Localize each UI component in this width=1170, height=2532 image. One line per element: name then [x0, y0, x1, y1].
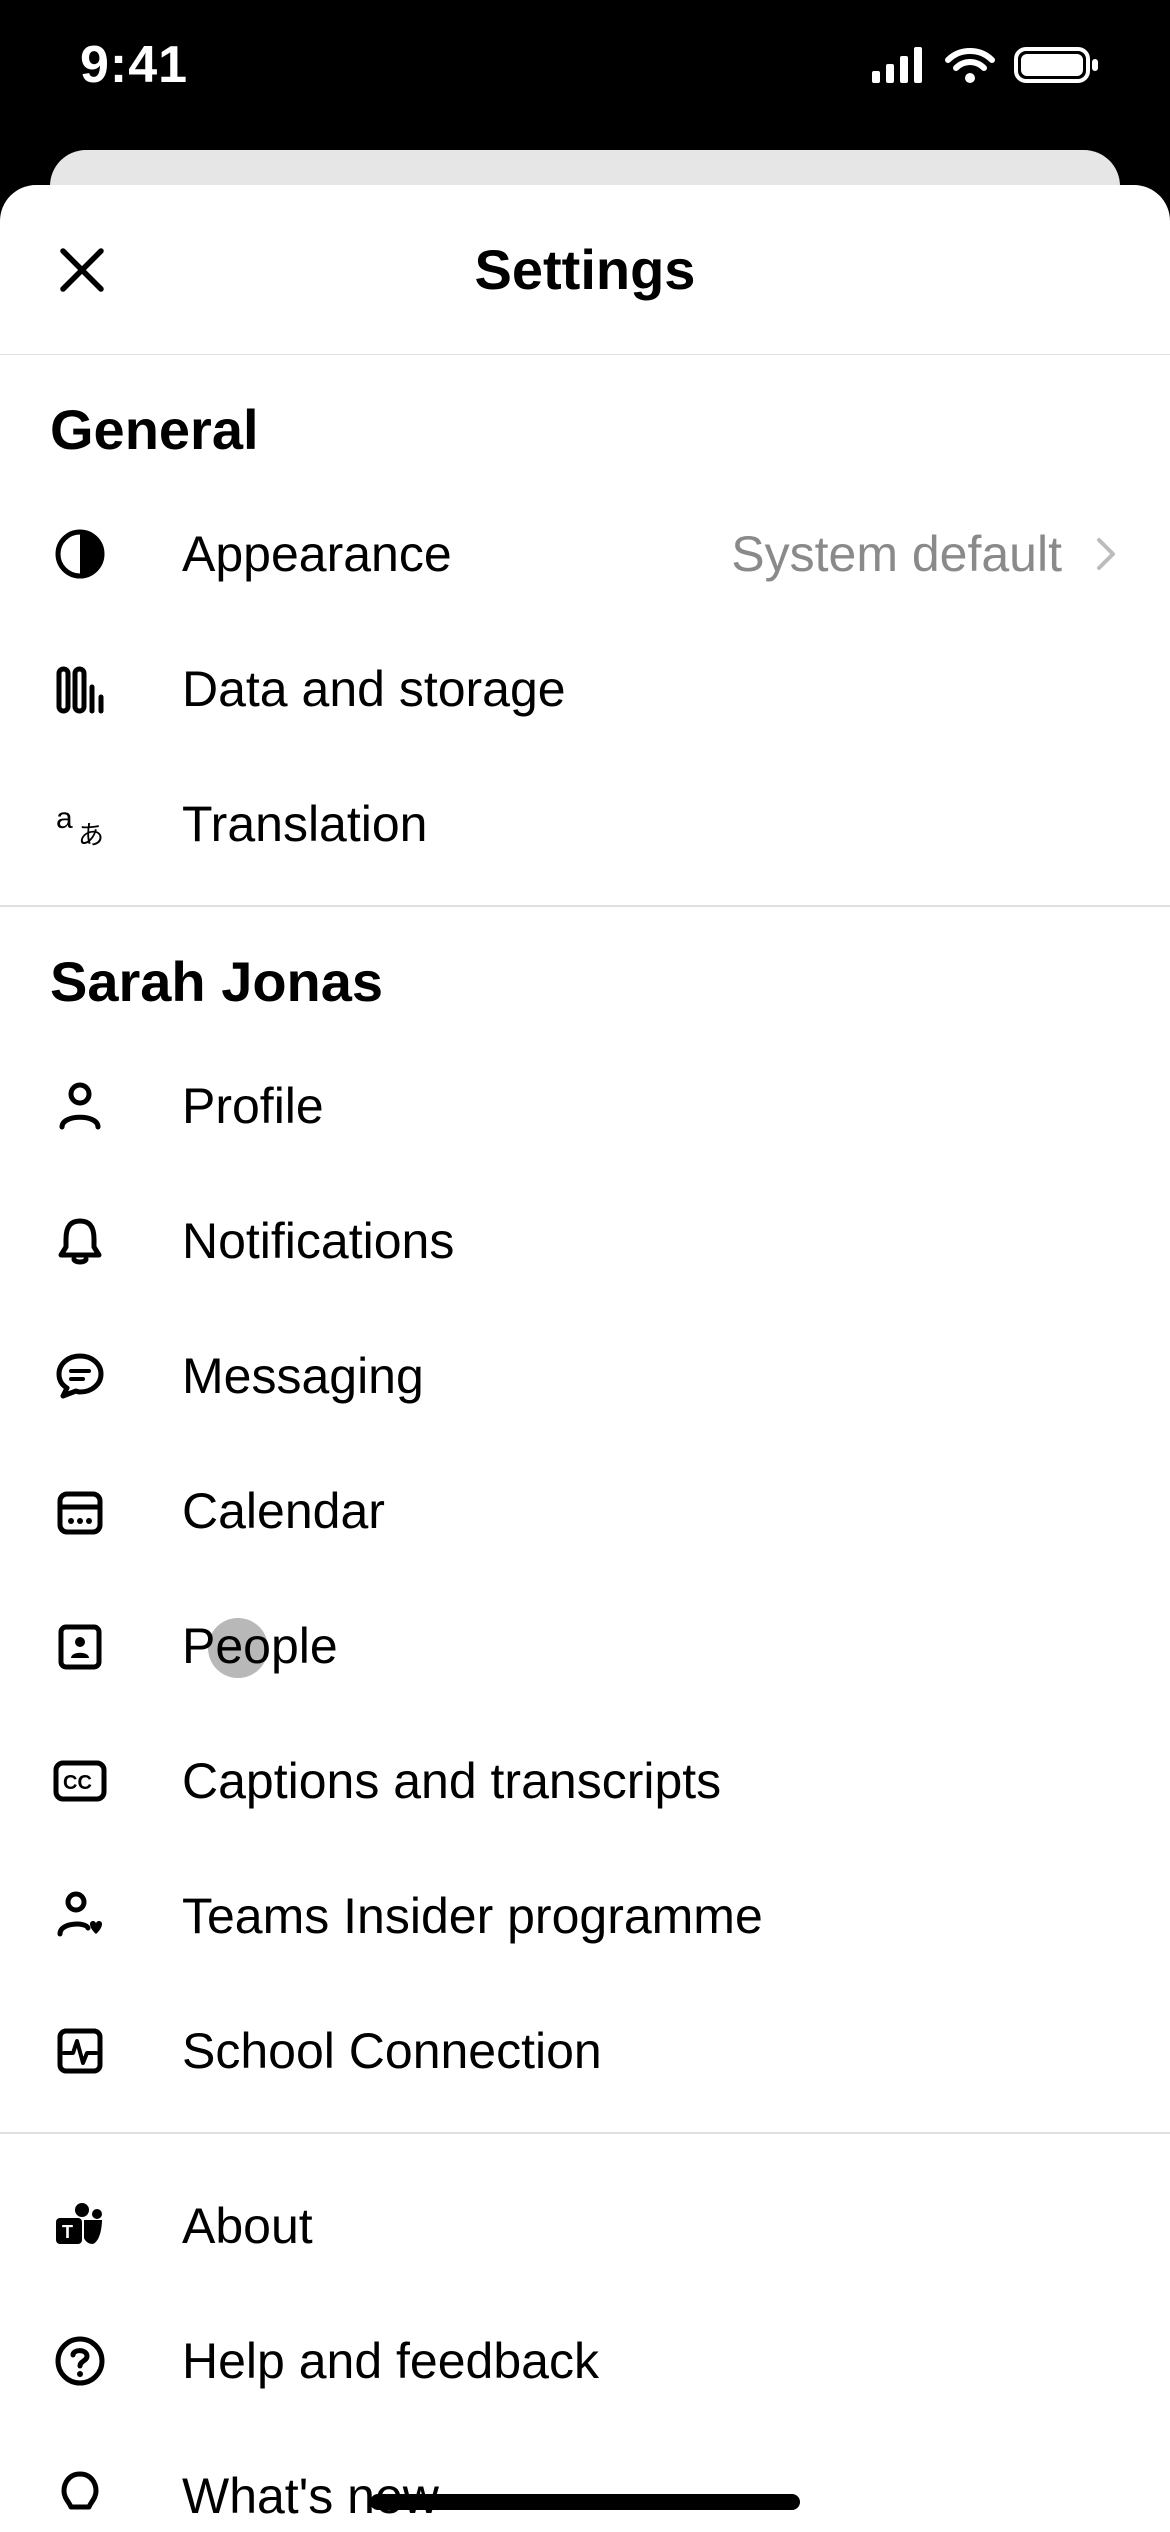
page-title: Settings — [0, 237, 1170, 302]
close-icon — [57, 245, 107, 295]
settings-content[interactable]: General Appearance System default Data a… — [0, 355, 1170, 2532]
person-heart-icon — [50, 1886, 110, 1946]
activity-icon — [50, 2021, 110, 2081]
row-translation[interactable]: aあ Translation — [0, 756, 1170, 891]
row-school-connection[interactable]: School Connection — [0, 1983, 1170, 2118]
section-header-account: Sarah Jonas — [0, 907, 1170, 1038]
row-label: Profile — [182, 1077, 1120, 1135]
home-indicator[interactable] — [370, 2494, 800, 2510]
bars-icon — [50, 659, 110, 719]
status-bar: 9:41 — [0, 0, 1170, 130]
contact-card-icon — [50, 1616, 110, 1676]
wifi-icon — [944, 46, 996, 84]
row-insider[interactable]: Teams Insider programme — [0, 1848, 1170, 1983]
row-messaging[interactable]: Messaging — [0, 1308, 1170, 1443]
svg-text:あ: あ — [78, 820, 104, 850]
row-profile[interactable]: Profile — [0, 1038, 1170, 1173]
row-label: About — [182, 2197, 1120, 2255]
row-people[interactable]: People — [0, 1578, 1170, 1713]
row-label: Messaging — [182, 1347, 1120, 1405]
lightbulb-icon — [50, 2466, 110, 2526]
device-frame: 9:41 Settings General — [0, 0, 1170, 2532]
row-label: Translation — [182, 795, 1120, 853]
row-whats-new[interactable]: What's new — [0, 2428, 1170, 2532]
row-captions[interactable]: CC Captions and transcripts — [0, 1713, 1170, 1848]
calendar-icon — [50, 1481, 110, 1541]
row-label: People — [182, 1617, 1120, 1675]
person-icon — [50, 1076, 110, 1136]
row-value: System default — [731, 525, 1062, 583]
bell-icon — [50, 1211, 110, 1271]
status-icons — [872, 45, 1100, 85]
contrast-icon — [50, 524, 110, 584]
battery-icon — [1014, 45, 1100, 85]
row-label: Calendar — [182, 1482, 1120, 1540]
row-label: Data and storage — [182, 660, 1120, 718]
svg-text:a: a — [56, 802, 73, 835]
cc-icon: CC — [50, 1751, 110, 1811]
row-label: Help and feedback — [182, 2332, 1120, 2390]
section-header-general: General — [0, 355, 1170, 486]
row-about[interactable]: T About — [0, 2158, 1170, 2293]
svg-text:T: T — [62, 2222, 73, 2242]
row-help-feedback[interactable]: Help and feedback — [0, 2293, 1170, 2428]
status-time: 9:41 — [80, 35, 188, 95]
row-notifications[interactable]: Notifications — [0, 1173, 1170, 1308]
row-data-storage[interactable]: Data and storage — [0, 621, 1170, 756]
row-label: Notifications — [182, 1212, 1120, 1270]
chevron-right-icon — [1092, 530, 1120, 578]
teams-icon: T — [50, 2196, 110, 2256]
close-button[interactable] — [50, 238, 114, 302]
translate-icon: aあ — [50, 794, 110, 854]
row-calendar[interactable]: Calendar — [0, 1443, 1170, 1578]
chat-icon — [50, 1346, 110, 1406]
svg-text:CC: CC — [63, 1772, 92, 1794]
help-icon — [50, 2331, 110, 2391]
cellular-icon — [872, 47, 926, 83]
row-label: Appearance — [182, 525, 731, 583]
settings-sheet: Settings General Appearance System defau… — [0, 185, 1170, 2532]
spacer — [0, 2134, 1170, 2158]
row-label: Captions and transcripts — [182, 1752, 1120, 1810]
row-appearance[interactable]: Appearance System default — [0, 486, 1170, 621]
sheet-header: Settings — [0, 185, 1170, 355]
row-label: School Connection — [182, 2022, 1120, 2080]
row-label: Teams Insider programme — [182, 1887, 1120, 1945]
